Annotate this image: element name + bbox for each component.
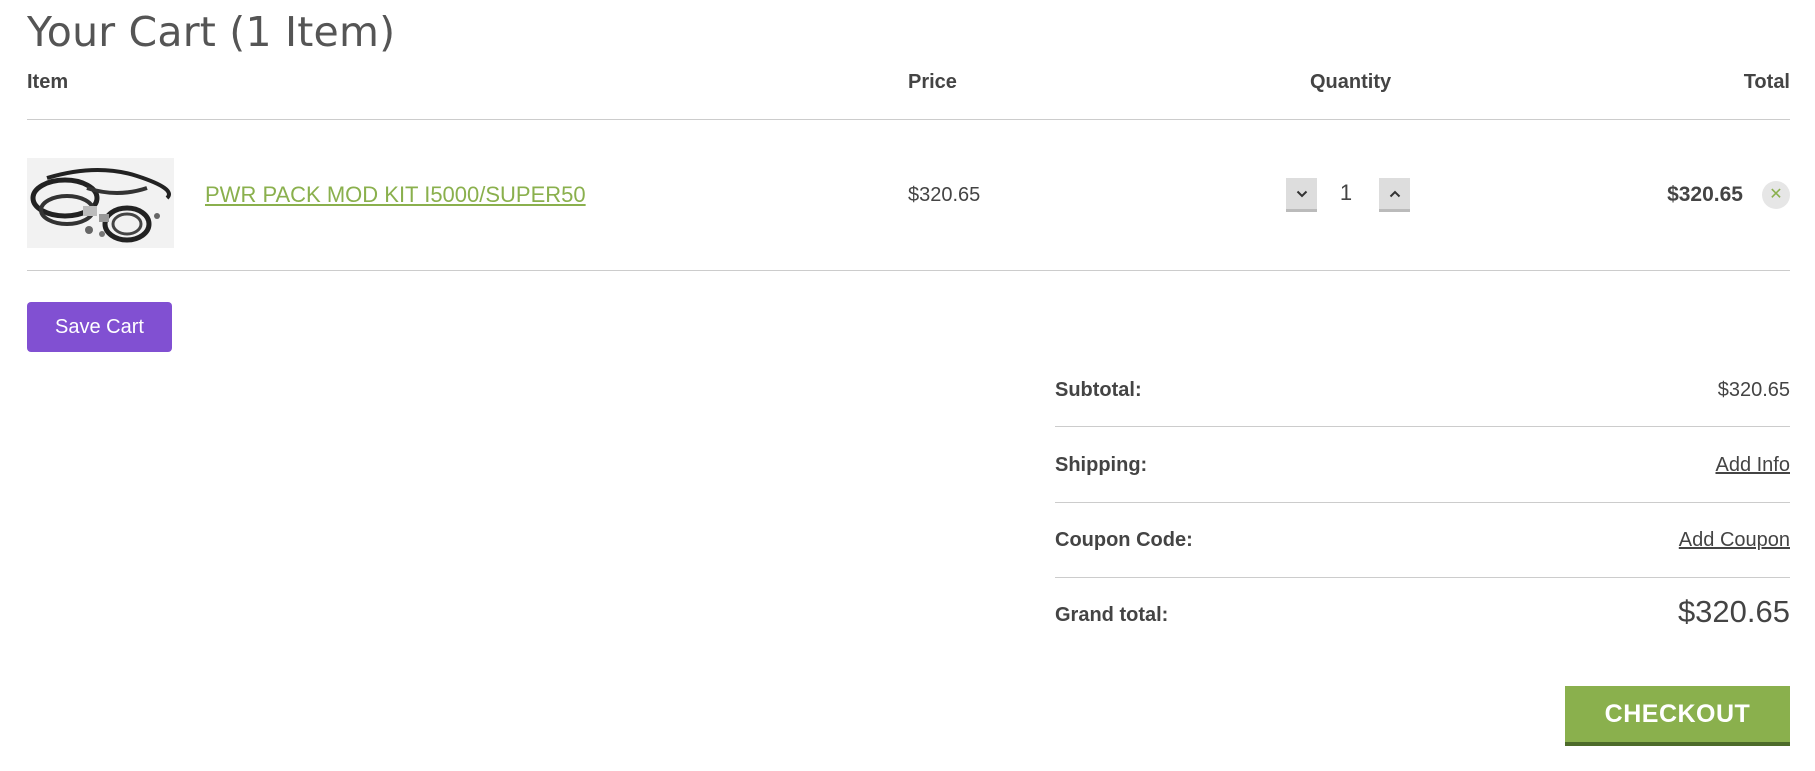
grand-total-value: $320.65 [1677, 594, 1790, 629]
column-header-quantity: Quantity [1310, 71, 1392, 93]
close-icon: ✕ [1769, 186, 1783, 203]
header-divider [27, 119, 1790, 120]
coupon-label: Coupon Code: [1055, 529, 1193, 551]
checkout-button[interactable]: CHECKOUT [1565, 686, 1790, 746]
product-image[interactable] [27, 158, 174, 248]
summary-divider [1055, 502, 1790, 503]
subtotal-value: $320.65 [1717, 379, 1790, 401]
shipping-label: Shipping: [1055, 454, 1148, 476]
add-coupon-link[interactable]: Add Coupon [1679, 529, 1790, 552]
summary-divider [1055, 426, 1790, 427]
save-cart-button[interactable]: Save Cart [27, 302, 172, 352]
shipping-add-info-link[interactable]: Add Info [1715, 454, 1790, 477]
line-total: $320.65 [1667, 183, 1743, 206]
row-divider [27, 270, 1790, 271]
column-header-item: Item [27, 71, 69, 93]
product-name-link[interactable]: PWR PACK MOD KIT I5000/SUPER50 [205, 182, 586, 208]
quantity-value[interactable]: 1 [1326, 180, 1366, 206]
column-header-total: Total [1743, 71, 1790, 93]
unit-price: $320.65 [908, 184, 981, 206]
grand-total-label: Grand total: [1055, 604, 1169, 626]
quantity-decrement-button[interactable] [1286, 178, 1317, 212]
remove-item-button[interactable]: ✕ [1762, 181, 1790, 209]
summary-divider [1055, 577, 1790, 578]
chevron-up-icon [1389, 190, 1400, 197]
subtotal-label: Subtotal: [1055, 379, 1142, 401]
quantity-increment-button[interactable] [1379, 178, 1410, 212]
page-title: Your Cart (1 Item) [27, 8, 396, 56]
chevron-down-icon [1296, 190, 1307, 197]
column-header-price: Price [908, 71, 957, 93]
